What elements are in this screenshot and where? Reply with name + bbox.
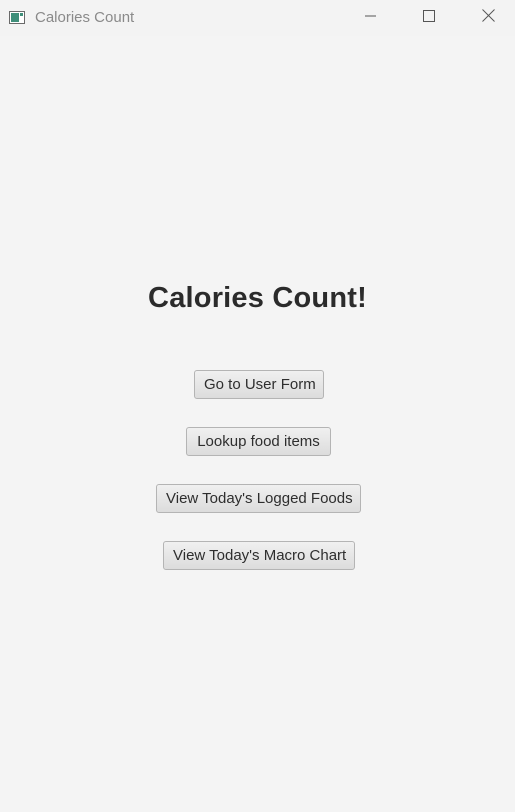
macro-chart-button[interactable]: View Today's Macro Chart [163,541,355,570]
page-title: Calories Count! [148,282,367,314]
minimize-icon [365,9,377,27]
app-window: Calories Count Calories Count! Go to Use… [0,0,515,812]
minimize-button[interactable] [348,0,394,36]
lookup-food-button[interactable]: Lookup food items [186,427,331,456]
maximize-icon [423,9,435,27]
user-form-button[interactable]: Go to User Form [194,370,324,399]
close-icon [481,9,495,27]
logged-foods-button[interactable]: View Today's Logged Foods [156,484,361,513]
maximize-button[interactable] [406,0,452,36]
close-button[interactable] [465,0,511,36]
main-content: Calories Count! Go to User Form Lookup f… [0,36,515,812]
window-title: Calories Count [35,9,135,26]
title-bar[interactable]: Calories Count [0,0,515,36]
app-icon [9,11,25,24]
